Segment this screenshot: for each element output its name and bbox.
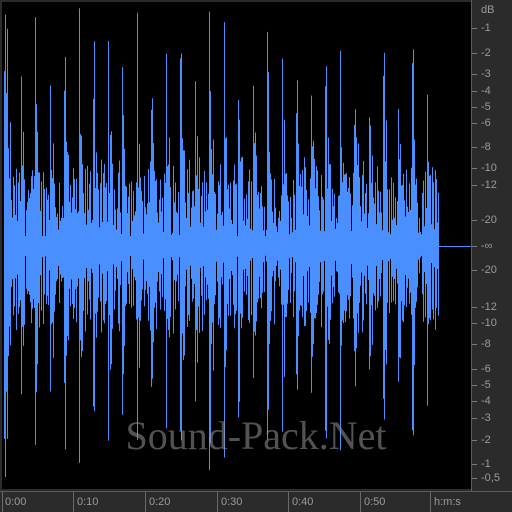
db-scale-ruler: dB -1 -2 -3 -4 -5 -6 -8 -10 -12 -20 -∞ -… <box>471 0 512 491</box>
db-tick <box>472 185 477 186</box>
waveform-display[interactable] <box>2 2 471 489</box>
db-label: -6 <box>481 117 491 129</box>
time-label: 0:10 <box>77 496 99 508</box>
db-tick <box>472 28 477 29</box>
time-tick <box>2 492 3 512</box>
time-label: 0:00 <box>5 496 27 508</box>
db-tick <box>472 478 477 479</box>
time-tick <box>145 492 146 512</box>
db-label: -1 <box>481 22 491 34</box>
db-label: -5 <box>481 379 491 391</box>
db-tick <box>472 123 477 124</box>
db-label: -10 <box>481 317 497 329</box>
db-label: -8 <box>481 141 491 153</box>
time-tick <box>73 492 74 512</box>
db-tick <box>472 323 477 324</box>
db-label: -8 <box>481 338 491 350</box>
db-label: -6 <box>481 363 491 375</box>
db-tick <box>472 74 477 75</box>
db-label: -0,5 <box>481 472 500 484</box>
db-tick <box>472 270 477 271</box>
waveform-core <box>4 236 438 256</box>
db-tick <box>472 53 477 54</box>
db-tick <box>472 344 477 345</box>
time-label: 0:20 <box>149 496 171 508</box>
db-label: -3 <box>481 68 491 80</box>
db-tick <box>472 440 477 441</box>
time-label: 0:40 <box>292 496 314 508</box>
db-tick <box>472 401 477 402</box>
db-tick <box>472 385 477 386</box>
db-label: -20 <box>481 214 497 226</box>
db-tick <box>472 246 477 247</box>
time-tick <box>430 492 431 512</box>
db-label: -10 <box>481 162 497 174</box>
db-tick <box>472 369 477 370</box>
db-label: -12 <box>481 301 497 313</box>
db-tick <box>472 464 477 465</box>
db-label: -1 <box>481 458 491 470</box>
time-tick <box>360 492 361 512</box>
db-label: -20 <box>481 264 497 276</box>
db-label: -3 <box>481 412 491 424</box>
db-tick <box>472 91 477 92</box>
time-unit-label: h:m:s <box>434 496 461 508</box>
db-tick <box>472 168 477 169</box>
db-unit-label: dB <box>481 4 495 16</box>
db-tick <box>472 147 477 148</box>
time-tick <box>288 492 289 512</box>
waveform-canvas[interactable] <box>2 2 471 489</box>
time-label: 0:30 <box>221 496 243 508</box>
audio-waveform-view: dB -1 -2 -3 -4 -5 -6 -8 -10 -12 -20 -∞ -… <box>0 0 512 512</box>
db-tick <box>472 220 477 221</box>
db-center-label: -∞ <box>481 240 493 252</box>
time-ruler[interactable]: 0:00 0:10 0:20 0:30 0:40 0:50 h:m:s <box>0 491 512 512</box>
time-tick <box>217 492 218 512</box>
db-label: -5 <box>481 101 491 113</box>
db-label: -2 <box>481 47 491 59</box>
db-label: -4 <box>481 395 491 407</box>
db-tick <box>472 307 477 308</box>
db-label: -2 <box>481 434 491 446</box>
db-label: -4 <box>481 85 491 97</box>
time-label: 0:50 <box>364 496 386 508</box>
db-tick <box>472 418 477 419</box>
db-label: -12 <box>481 179 497 191</box>
db-tick <box>472 107 477 108</box>
